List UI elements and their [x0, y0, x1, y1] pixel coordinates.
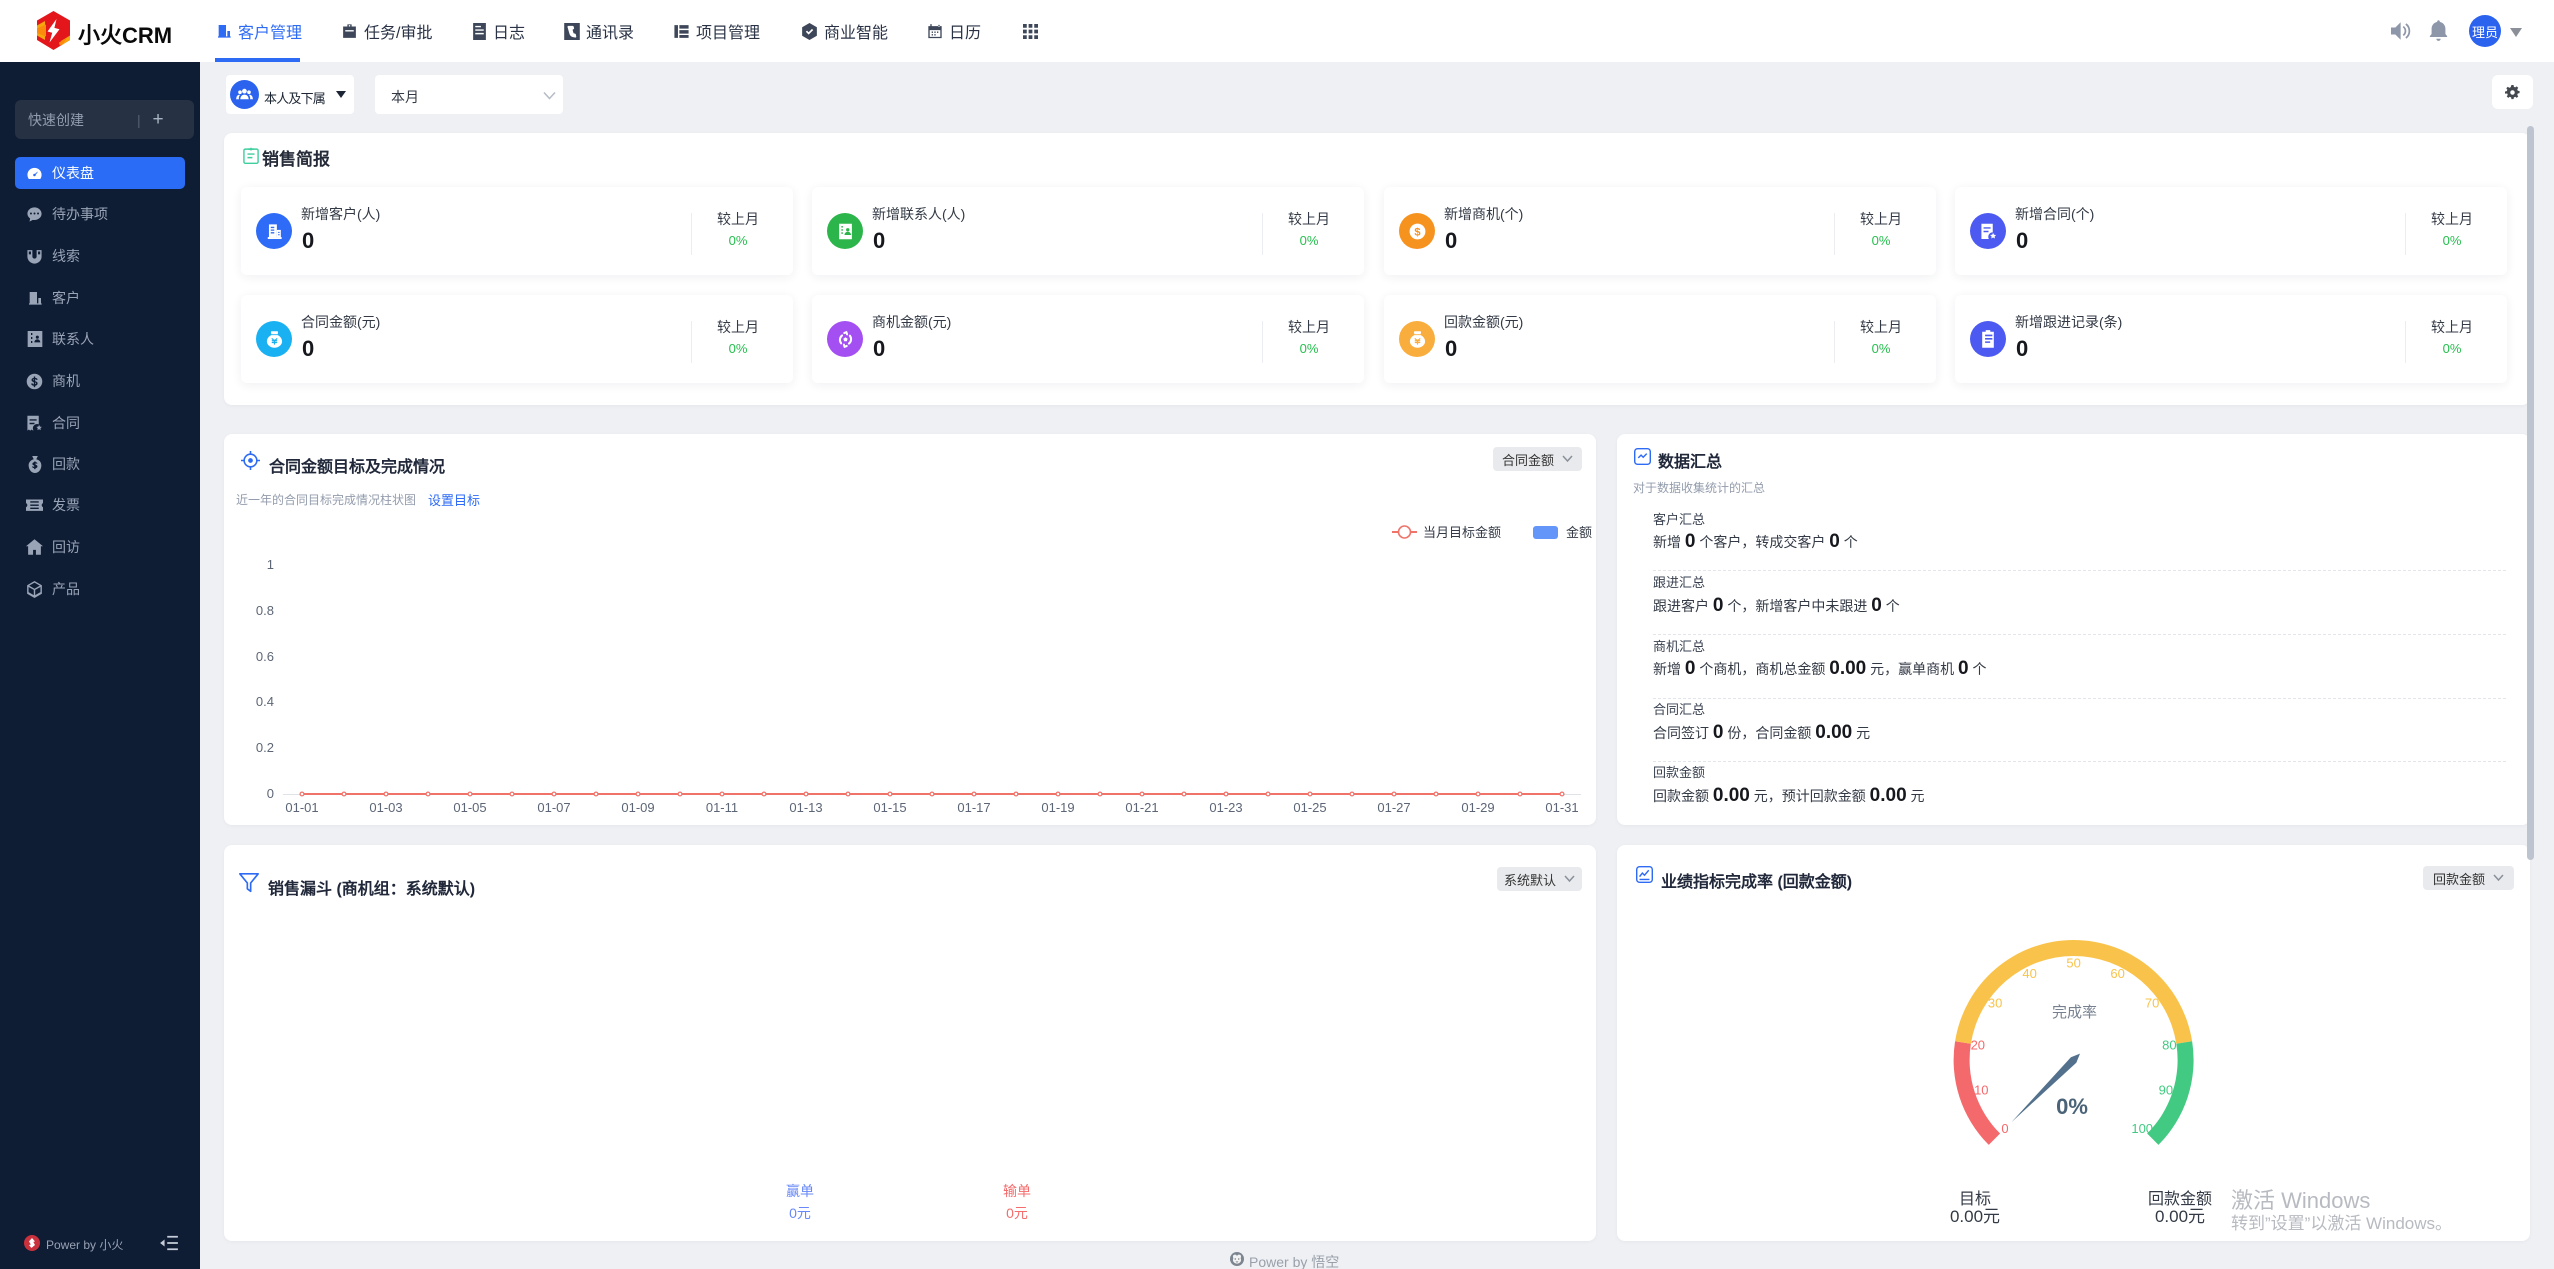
svg-text:01-13: 01-13 — [789, 800, 822, 815]
svg-text:01-23: 01-23 — [1209, 800, 1242, 815]
svg-text:01-05: 01-05 — [453, 800, 486, 815]
svg-text:01-21: 01-21 — [1125, 800, 1158, 815]
svg-text:0: 0 — [267, 786, 274, 801]
svg-text:01-17: 01-17 — [957, 800, 990, 815]
svg-text:20: 20 — [1971, 1037, 1985, 1052]
svg-text:金额: 金额 — [1566, 525, 1592, 540]
svg-text:0.2: 0.2 — [256, 740, 274, 755]
svg-text:01-01: 01-01 — [285, 800, 318, 815]
svg-text:01-31: 01-31 — [1545, 800, 1578, 815]
svg-text:$: $ — [1414, 226, 1420, 238]
svg-text:完成率: 完成率 — [2052, 1004, 2097, 1021]
svg-text:01-19: 01-19 — [1041, 800, 1074, 815]
svg-text:01-29: 01-29 — [1461, 800, 1494, 815]
svg-text:0.6: 0.6 — [256, 649, 274, 664]
svg-text:01-11: 01-11 — [706, 800, 738, 815]
svg-text:80: 80 — [2162, 1037, 2176, 1052]
svg-text:01-03: 01-03 — [369, 800, 402, 815]
svg-text:70: 70 — [2145, 996, 2159, 1011]
svg-text:0: 0 — [2001, 1121, 2008, 1136]
svg-text:01-07: 01-07 — [537, 800, 570, 815]
svg-text:01-15: 01-15 — [873, 800, 906, 815]
svg-text:0%: 0% — [2056, 1094, 2088, 1119]
svg-text:40: 40 — [2022, 966, 2036, 981]
svg-text:01-25: 01-25 — [1293, 800, 1326, 815]
svg-text:100: 100 — [2131, 1121, 2153, 1136]
svg-text:50: 50 — [2066, 956, 2080, 971]
svg-text:01-09: 01-09 — [621, 800, 654, 815]
svg-text:30: 30 — [1988, 996, 2002, 1011]
svg-text:0.8: 0.8 — [256, 603, 274, 618]
svg-text:10: 10 — [1974, 1083, 1988, 1098]
svg-text:1: 1 — [267, 557, 274, 572]
svg-text:0.4: 0.4 — [256, 694, 274, 709]
svg-text:90: 90 — [2159, 1083, 2173, 1098]
svg-text:01-27: 01-27 — [1377, 800, 1410, 815]
svg-text:当月目标金额: 当月目标金额 — [1423, 525, 1501, 540]
svg-text:60: 60 — [2110, 966, 2124, 981]
